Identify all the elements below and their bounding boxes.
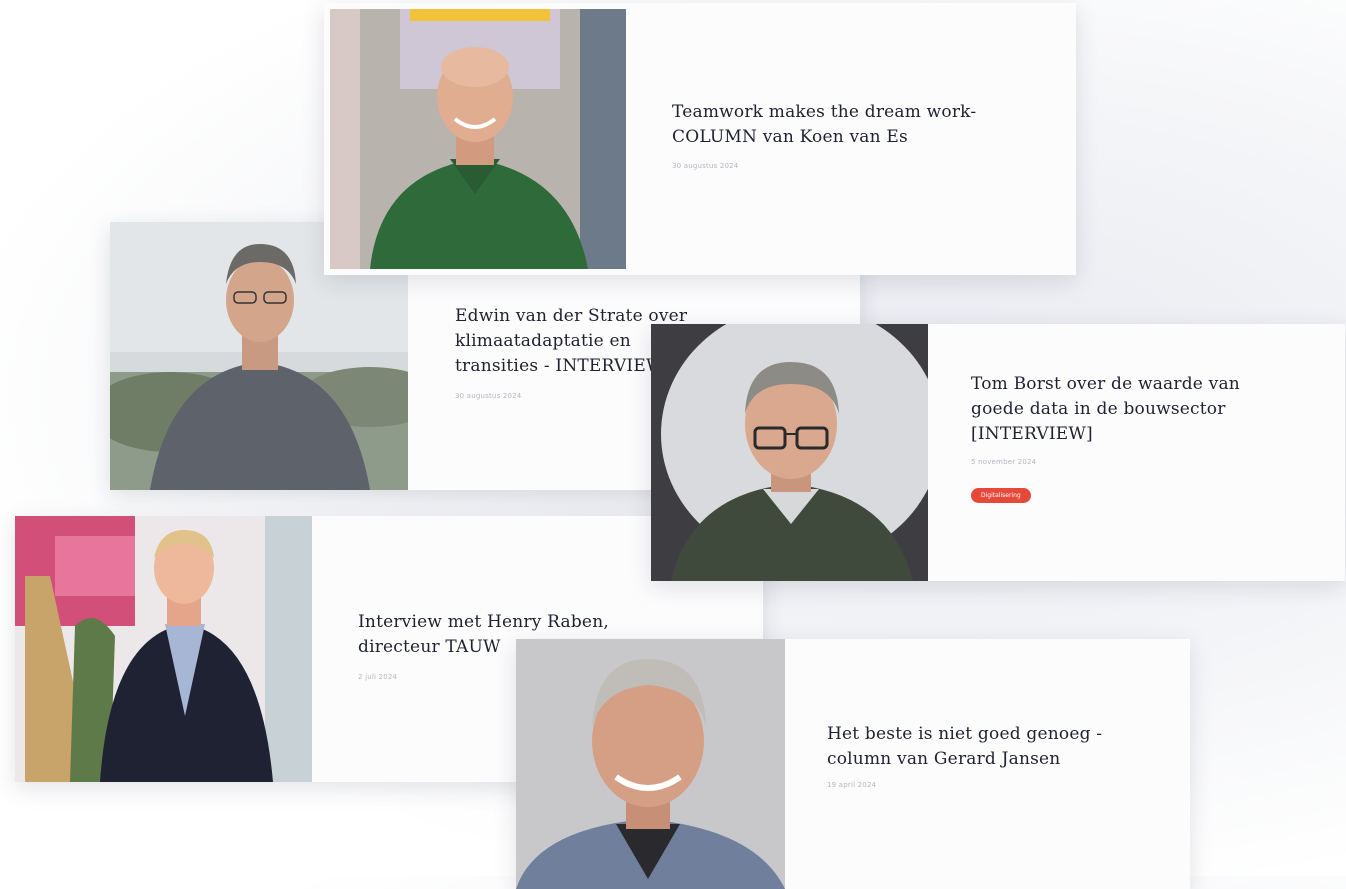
article-title[interactable]: Het beste is niet goed genoeg - column v…: [827, 722, 1127, 772]
article-photo[interactable]: [516, 639, 785, 889]
category-tag[interactable]: Digitalisering: [971, 488, 1031, 503]
article-date: 2 juli 2024: [358, 673, 398, 681]
article-card-tom[interactable]: Tom Borst over de waarde van goede data …: [651, 324, 1345, 581]
portrait-image: [15, 516, 312, 782]
article-date: 5 november 2024: [971, 458, 1037, 466]
portrait-image: [330, 9, 626, 269]
article-photo[interactable]: [330, 9, 626, 269]
article-photo[interactable]: [15, 516, 312, 782]
article-title[interactable]: Teamwork makes the dream work- COLUMN va…: [672, 100, 1022, 150]
article-date: 30 augustus 2024: [672, 162, 739, 170]
article-date: 30 augustus 2024: [455, 392, 522, 400]
article-card-gerard[interactable]: Het beste is niet goed genoeg - column v…: [516, 639, 1190, 889]
portrait-image: [651, 324, 928, 581]
portrait-image: [516, 639, 785, 889]
article-title[interactable]: Tom Borst over de waarde van goede data …: [971, 372, 1271, 447]
article-photo[interactable]: [651, 324, 928, 581]
article-date: 19 april 2024: [827, 781, 877, 789]
article-card-koen[interactable]: Teamwork makes the dream work- COLUMN va…: [324, 3, 1076, 275]
